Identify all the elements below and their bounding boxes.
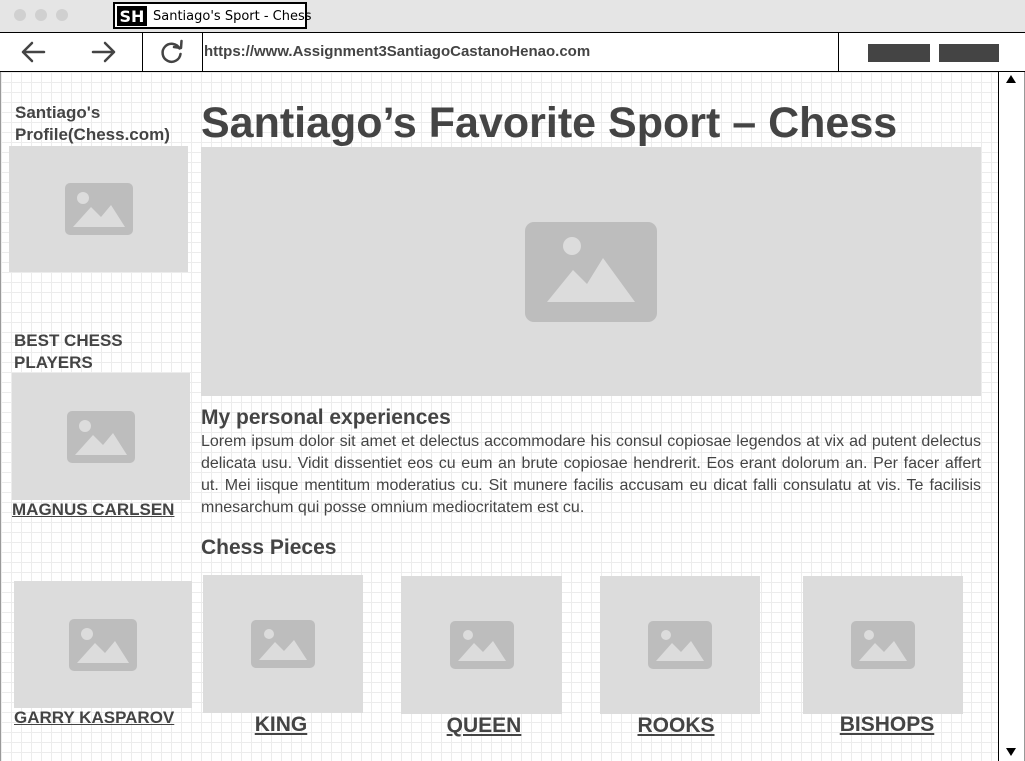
experiences-text: Lorem ipsum dolor sit amet et delectus a…: [201, 433, 981, 516]
piece-link-queen[interactable]: QUEEN: [447, 714, 522, 738]
url-text[interactable]: https://www.Assignment3SantiagoCastanoHe…: [204, 43, 590, 60]
toolbar-button-2[interactable]: [939, 44, 999, 62]
player-link-magnus[interactable]: MAGNUS CARLSEN: [12, 500, 174, 520]
vertical-scrollbar[interactable]: [998, 72, 1025, 761]
hero-image: [201, 147, 981, 396]
arrow-left-icon[interactable]: [18, 38, 48, 66]
best-players-heading: BEST CHESS PLAYERS: [14, 331, 123, 372]
piece-image-queen[interactable]: [401, 576, 562, 714]
piece-image-rooks[interactable]: [600, 576, 760, 714]
window-close-dot[interactable]: [14, 9, 26, 21]
image-placeholder-icon: [251, 620, 315, 668]
player-link-garry[interactable]: GARRY KASPAROV: [14, 708, 174, 728]
toolbar-actions: [838, 33, 1025, 71]
browser-tab[interactable]: SH Santiago's Sport - Chess: [113, 2, 312, 29]
reload-box: [142, 33, 202, 71]
player-image-garry[interactable]: [14, 581, 192, 708]
piece-link-bishops[interactable]: BISHOPS: [840, 713, 935, 737]
pieces-heading: Chess Pieces: [201, 536, 337, 559]
arrow-right-icon[interactable]: [89, 38, 119, 66]
site-logo-text: SH: [120, 7, 145, 26]
player-image-magnus[interactable]: [12, 373, 190, 500]
profile-heading[interactable]: Santiago's Profile(Chess.com): [15, 102, 195, 146]
image-placeholder-icon: [648, 621, 712, 669]
tab-title: Santiago's Sport - Chess: [153, 9, 312, 24]
page-title: Santiago’s Favorite Sport – Chess: [201, 99, 898, 147]
toolbar-button-1[interactable]: [868, 44, 930, 62]
image-placeholder-icon: [67, 410, 135, 463]
window-maximize-dot[interactable]: [56, 9, 68, 21]
piece-image-king[interactable]: [203, 575, 363, 713]
site-logo-icon: SH: [117, 6, 147, 26]
piece-image-bishops[interactable]: [803, 576, 963, 714]
reload-icon[interactable]: [157, 38, 187, 66]
scroll-up-icon[interactable]: [1006, 75, 1016, 83]
image-placeholder-icon: [525, 221, 657, 322]
image-placeholder-icon: [851, 621, 915, 669]
image-placeholder-icon: [64, 183, 133, 235]
history-buttons: [0, 33, 142, 71]
image-placeholder-icon: [449, 621, 514, 669]
scroll-down-icon[interactable]: [1006, 748, 1016, 756]
window-minimize-dot[interactable]: [35, 9, 47, 21]
profile-image[interactable]: [9, 146, 188, 272]
piece-link-king[interactable]: KING: [255, 713, 308, 737]
image-placeholder-icon: [69, 618, 137, 671]
browser-title-bar: SH Santiago's Sport - Chess: [0, 0, 1025, 32]
piece-link-rooks[interactable]: ROOKS: [637, 714, 714, 738]
browser-nav-bar: https://www.Assignment3SantiagoCastanoHe…: [0, 32, 1025, 72]
experiences-heading: My personal experiences: [201, 406, 451, 429]
